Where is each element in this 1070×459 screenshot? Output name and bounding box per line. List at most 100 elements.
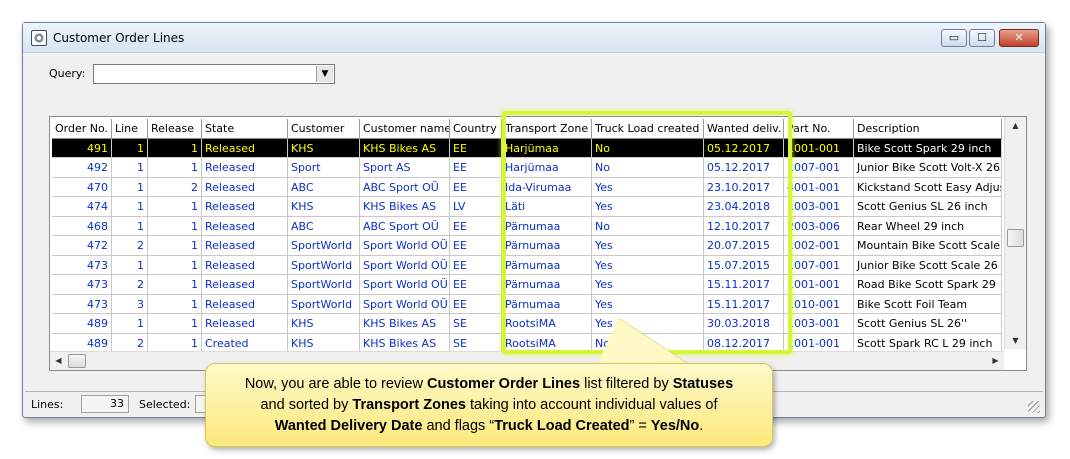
cell-part-no: 1007-001: [784, 158, 854, 178]
cell-truck-load-created: No: [592, 216, 704, 236]
scroll-down-icon[interactable]: ▼: [1005, 332, 1026, 349]
vertical-scroll-thumb[interactable]: [1007, 229, 1024, 247]
cell-customer: KHS: [288, 314, 360, 334]
cell-truck-load-created: Yes: [592, 197, 704, 217]
cell-truck-load-created: Yes: [592, 255, 704, 275]
column-header-customer[interactable]: Customer: [288, 119, 360, 139]
cell-transport-zone: Ida-Virumaa: [502, 177, 592, 197]
column-header-customer-name[interactable]: Customer name: [360, 119, 450, 139]
cell-customer: SportWorld: [288, 294, 360, 314]
horizontal-scroll-thumb[interactable]: [68, 354, 86, 368]
cell-country: EE: [450, 255, 502, 275]
lines-count: 33: [81, 395, 129, 413]
column-header-wanted-delivery[interactable]: Wanted deliv.: [704, 119, 784, 139]
cell-customer-name: Sport World OÜ: [360, 275, 450, 295]
cell-description: Bike Scott Foil Team: [854, 294, 1002, 314]
cell-truck-load-created: No: [592, 138, 704, 158]
column-header-order-no[interactable]: Order No.: [52, 119, 112, 139]
cell-order-no: 472: [52, 236, 112, 256]
cell-part-no: 1002-001: [784, 236, 854, 256]
column-header-state[interactable]: State: [202, 119, 288, 139]
cell-customer: SportWorld: [288, 236, 360, 256]
cell-release: 1: [148, 138, 202, 158]
cell-line: 1: [112, 177, 148, 197]
lines-label: Lines:: [31, 398, 64, 411]
scroll-right-icon[interactable]: ▶: [987, 352, 1004, 370]
cell-transport-zone: Pärnumaa: [502, 255, 592, 275]
cell-customer: SportWorld: [288, 275, 360, 295]
cell-release: 2: [148, 177, 202, 197]
minimize-button[interactable]: ▭: [941, 29, 967, 47]
cell-description: Scott Genius SL 26'': [854, 314, 1002, 334]
cell-country: EE: [450, 236, 502, 256]
cell-state: Released: [202, 177, 288, 197]
cell-transport-zone: RootsiMA: [502, 314, 592, 334]
title-bar[interactable]: Customer Order Lines ▭ ☐ ✕: [23, 23, 1045, 53]
cell-truck-load-created: Yes: [592, 294, 704, 314]
cell-customer-name: ABC Sport OÜ: [360, 216, 450, 236]
cell-country: EE: [450, 138, 502, 158]
cell-order-no: 474: [52, 197, 112, 217]
cell-order-no: 473: [52, 255, 112, 275]
cell-country: LV: [450, 197, 502, 217]
cell-wanted-delivery: 12.10.2017: [704, 216, 784, 236]
cell-part-no: 1010-001: [784, 294, 854, 314]
maximize-button[interactable]: ☐: [969, 29, 995, 47]
cell-customer: Sport: [288, 158, 360, 178]
resize-grip-icon[interactable]: [1028, 401, 1040, 413]
query-select[interactable]: ▼: [93, 64, 335, 84]
cell-transport-zone: Harjümaa: [502, 138, 592, 158]
cell-state: Released: [202, 216, 288, 236]
column-header-transport-zone[interactable]: Transport Zone: [502, 119, 592, 139]
callout-text: ” =: [629, 418, 651, 434]
cell-country: EE: [450, 294, 502, 314]
annotation-callout: Now, you are able to review Customer Ord…: [205, 363, 773, 447]
cell-country: EE: [450, 177, 502, 197]
column-header-country[interactable]: Country: [450, 119, 502, 139]
column-header-line[interactable]: Line: [112, 119, 148, 139]
cell-line: 2: [112, 236, 148, 256]
cell-line: 1: [112, 216, 148, 236]
cell-transport-zone: Läti: [502, 197, 592, 217]
callout-text: and flags “: [422, 418, 495, 434]
cell-release: 1: [148, 314, 202, 334]
cell-wanted-delivery: 15.11.2017: [704, 275, 784, 295]
cell-line: 1: [112, 255, 148, 275]
cell-transport-zone: Pärnumaa: [502, 294, 592, 314]
cell-part-no: 1001-001: [784, 275, 854, 295]
cell-wanted-delivery: 15.11.2017: [704, 294, 784, 314]
cell-order-no: 492: [52, 158, 112, 178]
column-header-part-no[interactable]: Part No.: [784, 119, 854, 139]
scroll-up-icon[interactable]: ▲: [1005, 117, 1026, 134]
cell-state: Released: [202, 158, 288, 178]
cell-line: 1: [112, 138, 148, 158]
cell-country: SE: [450, 314, 502, 334]
column-header-description[interactable]: Description: [854, 119, 1002, 139]
cell-customer-name: Sport World OÜ: [360, 294, 450, 314]
cell-release: 1: [148, 294, 202, 314]
chevron-down-icon[interactable]: ▼: [316, 66, 333, 82]
minimize-icon: ▭: [948, 31, 960, 44]
cell-customer: KHS: [288, 197, 360, 217]
cell-order-no: 470: [52, 177, 112, 197]
column-header-truck-load-created[interactable]: Truck Load created: [592, 119, 704, 139]
order-lines-grid[interactable]: Order No. Line Release State Customer Custome…: [49, 116, 1027, 371]
cell-customer-name: Sport World OÜ: [360, 255, 450, 275]
cell-truck-load-created: No: [592, 158, 704, 178]
scroll-left-icon[interactable]: ◀: [50, 352, 67, 370]
cell-order-no: 468: [52, 216, 112, 236]
callout-text: list filtered by: [580, 376, 673, 392]
cell-order-no: 491: [52, 138, 112, 158]
cell-country: EE: [450, 158, 502, 178]
cell-transport-zone: Pärnumaa: [502, 216, 592, 236]
callout-text: taking into account individual values of: [466, 397, 718, 413]
column-header-release[interactable]: Release: [148, 119, 202, 139]
callout-bold: Transport Zones: [352, 397, 466, 413]
cell-description: Road Bike Scott Spark 29: [854, 275, 1002, 295]
cell-truck-load-created: Yes: [592, 275, 704, 295]
cell-order-no: 473: [52, 275, 112, 295]
close-button[interactable]: ✕: [999, 29, 1039, 47]
cell-customer-name: KHS Bikes AS: [360, 197, 450, 217]
cell-wanted-delivery: 05.12.2017: [704, 158, 784, 178]
vertical-scrollbar[interactable]: ▲ ▼: [1004, 117, 1026, 349]
